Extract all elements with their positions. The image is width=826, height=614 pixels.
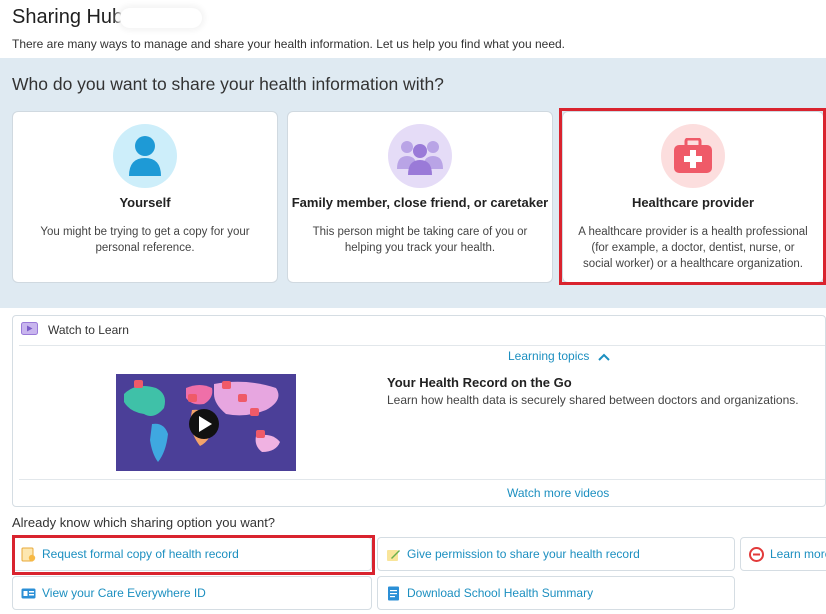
option-label: Download School Health Summary	[407, 586, 594, 600]
give-permission-button[interactable]: Give permission to share your health rec…	[377, 537, 735, 571]
share-question: Who do you want to share your health inf…	[12, 74, 444, 94]
id-card-icon	[21, 586, 36, 601]
download-school-summary-button[interactable]: Download School Health Summary	[377, 576, 735, 610]
request-record-button[interactable]: Request formal copy of health record	[12, 537, 372, 571]
card-description: This person might be taking care of you …	[312, 226, 528, 254]
card-yourself[interactable]: Yourself You might be trying to get a co…	[12, 111, 278, 283]
medical-bag-icon	[661, 124, 725, 188]
option-label: Give permission to share your health rec…	[407, 547, 640, 561]
learning-topics-label: Learning topics	[508, 349, 590, 363]
page-subtitle: There are many ways to manage and share …	[12, 37, 565, 51]
watch-to-learn-panel: Watch to Learn Learning topics Your Heal…	[12, 315, 826, 507]
care-everywhere-icon	[749, 546, 764, 562]
option-label: Request formal copy of health record	[42, 547, 239, 561]
learning-topics-toggle[interactable]: Learning topics	[508, 349, 610, 364]
card-healthcare-provider[interactable]: Healthcare provider A healthcare provide…	[562, 111, 824, 283]
learn-more-button[interactable]: Learn more	[740, 537, 826, 571]
option-label: Learn more	[770, 547, 826, 561]
card-title: Healthcare provider	[631, 195, 755, 210]
person-icon	[113, 124, 177, 188]
card-description: You might be trying to get a copy for yo…	[40, 226, 250, 254]
chevron-up-icon	[598, 350, 610, 364]
page-header: Sharing Hub There are many ways to manag…	[0, 0, 826, 58]
care-everywhere-id-button[interactable]: View your Care Everywhere ID	[12, 576, 372, 610]
group-icon	[388, 124, 452, 188]
redacted-area	[120, 8, 202, 28]
download-doc-icon	[386, 586, 401, 601]
card-title: Yourself	[119, 195, 171, 210]
document-icon	[21, 547, 36, 562]
video-title[interactable]: Your Health Record on the Go	[387, 375, 572, 390]
watch-more-videos-link[interactable]: Watch more videos	[507, 486, 609, 500]
video-thumbnail[interactable]	[116, 374, 296, 471]
divider	[19, 479, 825, 480]
page-title: Sharing Hub	[12, 6, 124, 28]
option-label: View your Care Everywhere ID	[42, 586, 206, 600]
watch-heading: Watch to Learn	[48, 323, 129, 337]
card-family-member[interactable]: Family member, close friend, or caretake…	[287, 111, 553, 283]
card-description: A healthcare provider is a health profes…	[578, 226, 808, 270]
pencil-icon	[386, 547, 401, 562]
video-icon	[21, 322, 38, 338]
options-heading: Already know which sharing option you wa…	[12, 515, 276, 530]
watch-header: Watch to Learn	[21, 322, 129, 338]
card-title: Family member, close friend, or caretake…	[291, 195, 549, 210]
divider	[19, 345, 825, 346]
video-description: Learn how health data is securely shared…	[387, 393, 799, 407]
